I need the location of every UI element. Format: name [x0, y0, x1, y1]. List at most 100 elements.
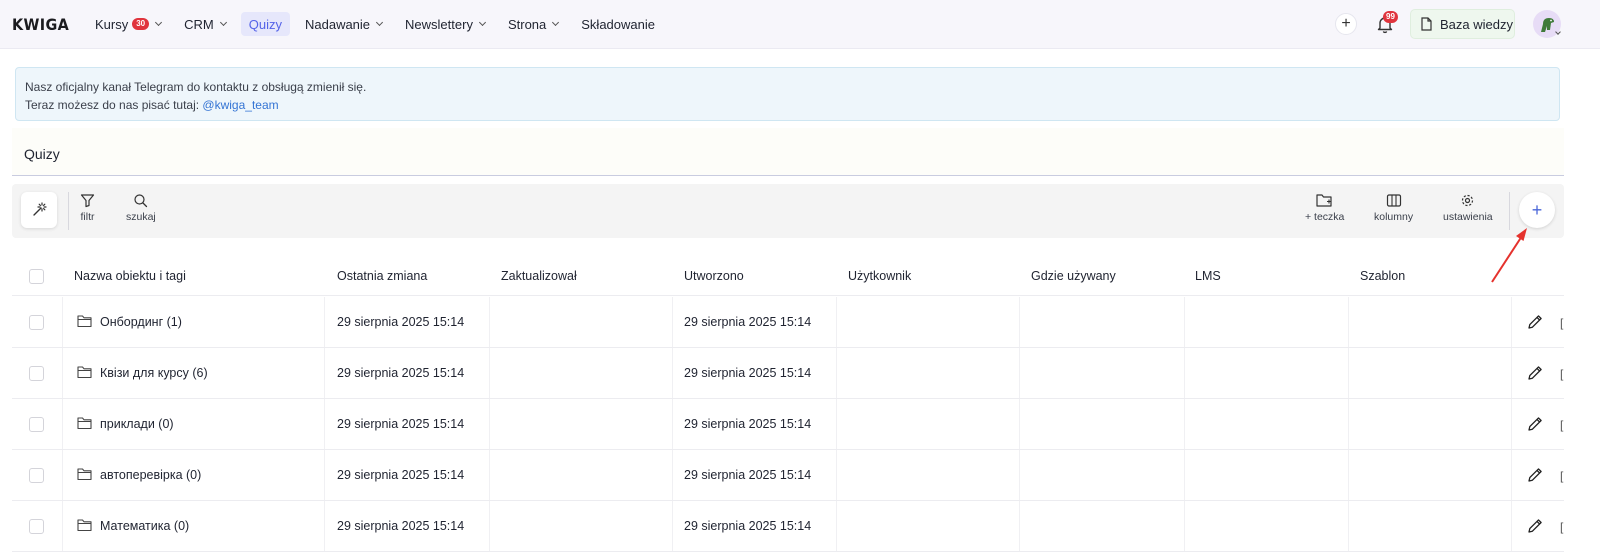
column-divider	[489, 348, 490, 398]
column-divider	[836, 450, 837, 500]
row-name[interactable]: приклади (0)	[100, 417, 174, 431]
column-divider	[1511, 348, 1512, 398]
nav-item-kursy[interactable]: Kursy 30	[87, 12, 169, 36]
table-row[interactable]: приклади (0) 29 sierpnia 2025 15:14 29 sie…	[12, 399, 1564, 450]
column-header-where-used[interactable]: Gdzie używany	[1031, 269, 1116, 283]
nav-item-label: Składowanie	[581, 16, 655, 32]
column-header-last-change[interactable]: Ostatnia zmiana	[337, 269, 427, 283]
folder-icon	[77, 417, 92, 430]
pencil-icon[interactable]	[1526, 517, 1544, 535]
table-row[interactable]: Онбординг (1) 29 sierpnia 2025 15:14 29 si…	[12, 297, 1564, 348]
column-divider	[672, 297, 673, 347]
column-header-template[interactable]: Szablon	[1360, 269, 1405, 283]
column-header-created[interactable]: Utworzono	[684, 269, 744, 283]
column-divider	[62, 450, 63, 500]
row-last-change: 29 sierpnia 2025 15:14	[337, 468, 465, 482]
search-icon	[134, 194, 148, 208]
nav-item-label: Kursy	[95, 16, 129, 32]
nav-item-newslettery[interactable]: Newslettery	[397, 12, 493, 36]
settings-button[interactable]: ustawienia	[1443, 193, 1493, 223]
pencil-icon[interactable]	[1526, 313, 1544, 331]
column-divider	[489, 501, 490, 551]
search-button[interactable]: szukaj	[126, 193, 156, 223]
notice-line-2: Teraz możesz do nas pisać tutaj: @kwiga_…	[25, 96, 1550, 114]
quick-add-button[interactable]: +	[1335, 13, 1357, 35]
row-actions-menu-icon[interactable]: [	[1560, 469, 1563, 483]
table-toolbar: filtr szukaj + teczka kolumny ustawienia…	[12, 184, 1564, 238]
column-header-user[interactable]: Użytkownik	[848, 269, 911, 283]
filter-button[interactable]: filtr	[80, 193, 95, 223]
columns-button[interactable]: kolumny	[1374, 193, 1413, 223]
column-divider	[1511, 501, 1512, 551]
column-divider	[1019, 399, 1020, 449]
column-divider	[836, 297, 837, 347]
top-navigation-bar: KWIGA Kursy 30 CRM Quizy Nadawanie Newsl…	[0, 0, 1600, 49]
table-row[interactable]: Математика (0) 29 sierpnia 2025 15:14 29 s…	[12, 501, 1564, 552]
table-row[interactable]: Квізи для курсу (6) 29 sierpnia 2025 15:1…	[12, 348, 1564, 399]
row-name[interactable]: Квізи для курсу (6)	[100, 366, 208, 380]
kwiga-logo[interactable]: KWIGA	[12, 15, 69, 34]
nav-item-quizy[interactable]: Quizy	[240, 12, 290, 36]
nav-item-label: Nadawanie	[304, 16, 371, 32]
row-actions-menu-icon[interactable]: [	[1560, 520, 1563, 534]
column-header-lms[interactable]: LMS	[1195, 269, 1221, 283]
column-divider	[62, 399, 63, 449]
row-last-change: 29 sierpnia 2025 15:14	[337, 366, 465, 380]
magic-wand-button[interactable]	[21, 192, 57, 228]
page-header: Quizy	[12, 128, 1564, 176]
row-name[interactable]: Онбординг (1)	[100, 315, 182, 329]
column-divider	[1019, 348, 1020, 398]
row-name[interactable]: автоперевірка (0)	[100, 468, 201, 482]
nav-item-crm[interactable]: CRM	[176, 12, 234, 36]
row-actions-menu-icon[interactable]: [	[1560, 418, 1563, 432]
column-header-name[interactable]: Nazwa obiektu i tagi	[74, 269, 186, 283]
columns-label: kolumny	[1374, 211, 1414, 223]
add-quiz-button[interactable]: +	[1519, 192, 1555, 228]
filter-icon	[80, 194, 95, 208]
pencil-icon[interactable]	[1526, 466, 1544, 484]
column-divider	[672, 399, 673, 449]
knowledge-base-button[interactable]: Baza wiedzy	[1410, 9, 1515, 39]
folder-icon	[77, 519, 92, 532]
column-divider	[1184, 399, 1185, 449]
row-name[interactable]: Математика (0)	[100, 519, 189, 533]
column-divider	[324, 399, 325, 449]
nav-item-skladowanie[interactable]: Składowanie	[573, 12, 663, 36]
filter-label: filtr	[80, 211, 95, 223]
row-actions-menu-icon[interactable]: [	[1560, 316, 1563, 330]
row-created: 29 sierpnia 2025 15:14	[684, 519, 812, 533]
row-created: 29 sierpnia 2025 15:14	[684, 468, 812, 482]
row-checkbox[interactable]	[29, 519, 44, 534]
add-folder-button[interactable]: + teczka	[1305, 193, 1344, 223]
row-checkbox[interactable]	[29, 366, 44, 381]
folder-icon	[77, 315, 92, 328]
table-header: Nazwa obiektu i tagi Ostatnia zmiana Zak…	[12, 258, 1564, 296]
telegram-link[interactable]: @kwiga_team	[202, 98, 278, 112]
column-divider	[489, 297, 490, 347]
row-checkbox[interactable]	[29, 315, 44, 330]
column-divider	[62, 348, 63, 398]
column-divider	[1511, 399, 1512, 449]
column-header-updated-by[interactable]: Zaktualizował	[501, 269, 577, 283]
table-row[interactable]: автоперевірка (0) 29 sierpnia 2025 15:14 2…	[12, 450, 1564, 501]
page-title: Quizy	[24, 146, 60, 162]
nav-item-nadawanie[interactable]: Nadawanie	[297, 12, 390, 36]
row-checkbox[interactable]	[29, 417, 44, 432]
magic-wand-icon	[33, 202, 47, 216]
select-all-checkbox[interactable]	[29, 269, 44, 284]
column-divider	[489, 450, 490, 500]
nav-item-strona[interactable]: Strona	[500, 12, 566, 36]
pencil-icon[interactable]	[1526, 364, 1544, 382]
nav-item-label: Newslettery	[405, 16, 473, 32]
column-divider	[1511, 450, 1512, 500]
folder-icon	[77, 366, 92, 379]
row-checkbox[interactable]	[29, 468, 44, 483]
settings-label: ustawienia	[1443, 211, 1493, 223]
column-divider	[672, 450, 673, 500]
column-divider	[836, 348, 837, 398]
row-created: 29 sierpnia 2025 15:14	[684, 366, 812, 380]
add-folder-label: + teczka	[1305, 211, 1345, 223]
column-divider	[1348, 348, 1349, 398]
pencil-icon[interactable]	[1526, 415, 1544, 433]
row-actions-menu-icon[interactable]: [	[1560, 367, 1563, 381]
